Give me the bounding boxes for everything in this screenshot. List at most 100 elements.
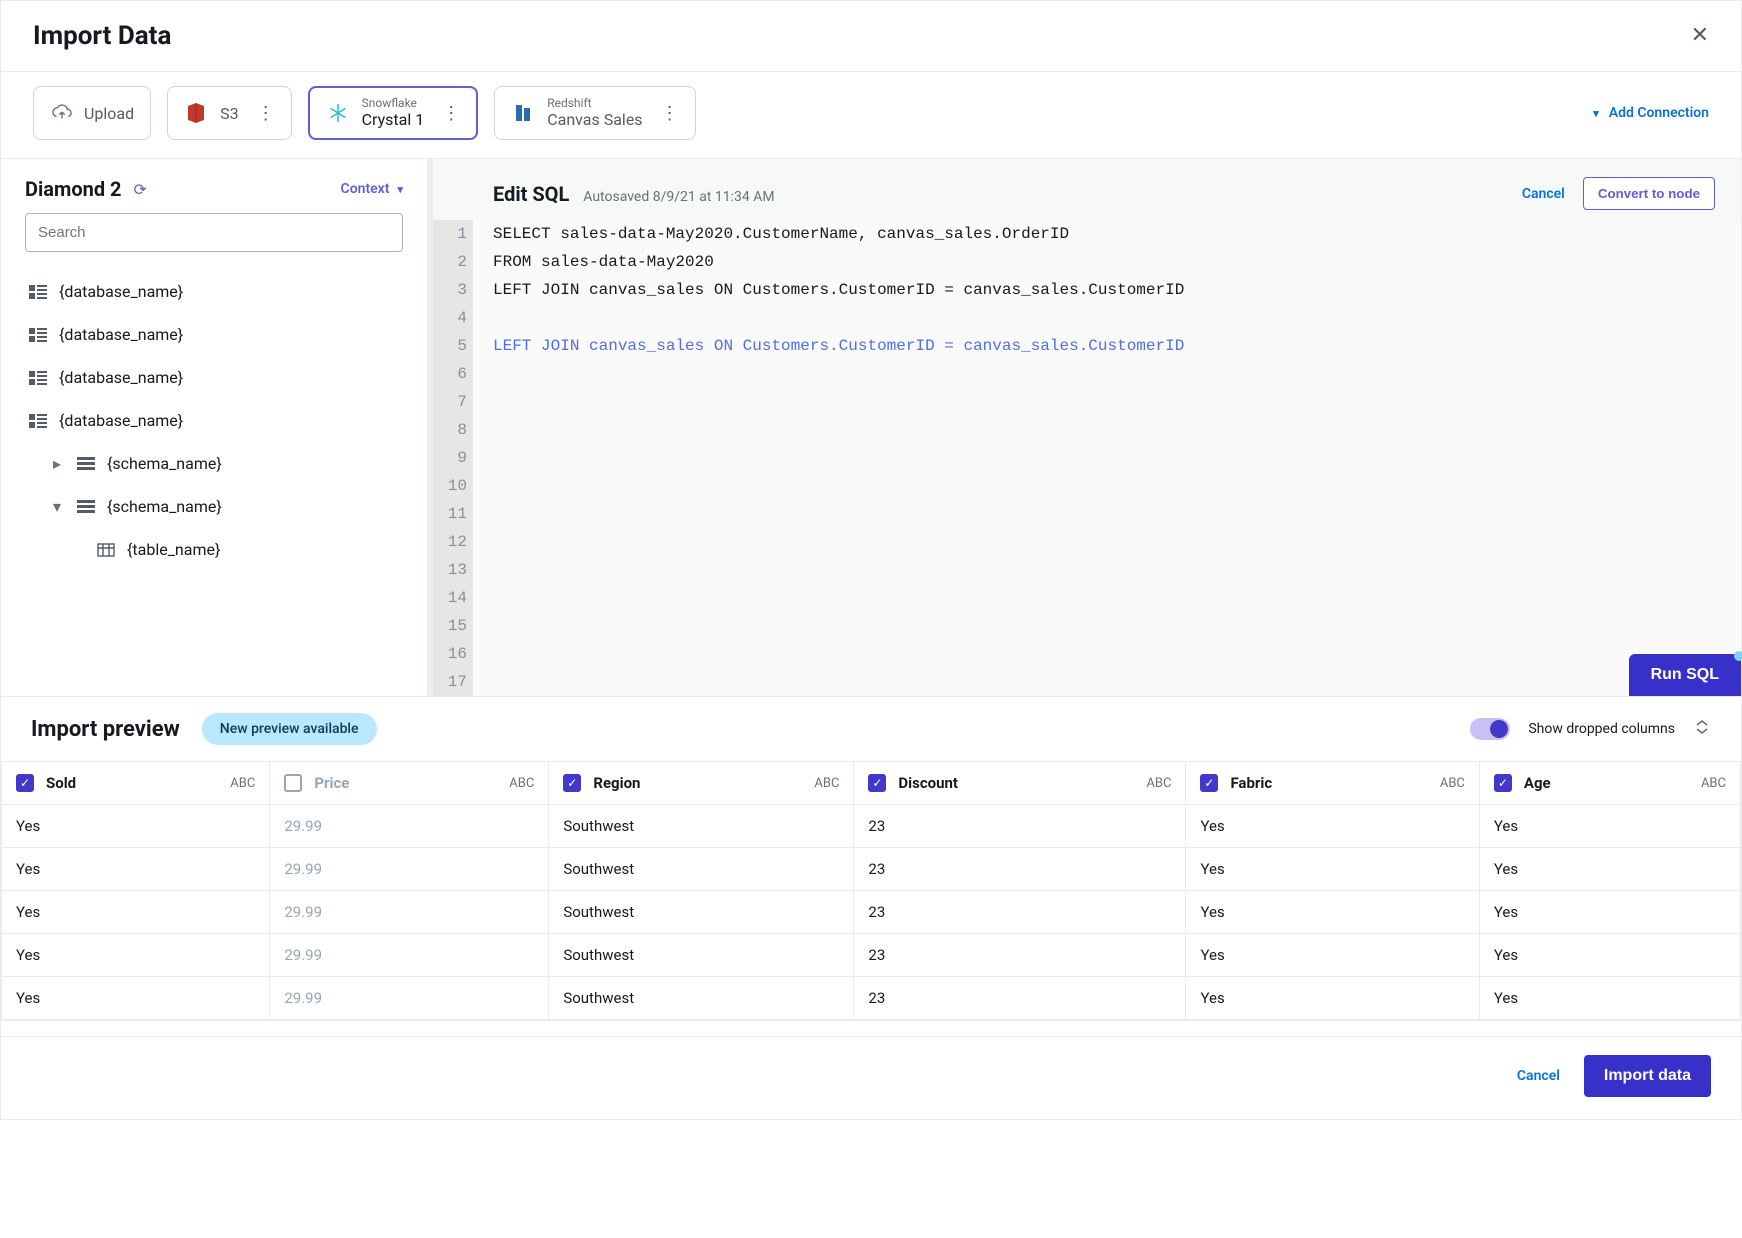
table-row: Yes29.99Southwest23YesYes xyxy=(2,805,1741,848)
column-checkbox[interactable]: ✓ xyxy=(1200,774,1218,792)
db-label: {database_name} xyxy=(59,368,183,387)
snowflake-menu-icon[interactable]: ⋮ xyxy=(436,103,460,124)
table-row: Yes29.99Southwest23YesYes xyxy=(2,934,1741,977)
column-checkbox[interactable]: ✓ xyxy=(16,774,34,792)
column-type: ABC xyxy=(509,776,534,791)
column-header[interactable]: ✓FabricABC xyxy=(1186,762,1479,805)
sql-editor[interactable]: 1234567891011121314151617 SELECT sales-d… xyxy=(433,220,1741,696)
search-input[interactable] xyxy=(25,213,403,252)
column-name: Region xyxy=(593,774,640,792)
schema-tree-item[interactable]: ▾ {schema_name} xyxy=(25,485,403,528)
table-cell: Yes xyxy=(2,977,270,1020)
table-cell: Yes xyxy=(2,805,270,848)
upload-button[interactable]: Upload xyxy=(33,86,151,140)
table-cell: Yes xyxy=(2,891,270,934)
table-cell: Yes xyxy=(1479,805,1740,848)
table-cell: Yes xyxy=(1186,805,1479,848)
column-header[interactable]: ✓ Region ABC xyxy=(549,762,854,805)
column-type: ABC xyxy=(1701,776,1726,791)
page-title: Import Data xyxy=(33,21,171,51)
db-label: {database_name} xyxy=(59,282,183,301)
table-cell: Southwest xyxy=(549,977,854,1020)
s3-source-pill[interactable]: S3 ⋮ xyxy=(167,86,292,140)
table-row: Yes29.99Southwest23YesYes xyxy=(2,848,1741,891)
sql-line: FROM sales-data-May2020 xyxy=(493,248,1741,276)
table-cell: 23 xyxy=(854,805,1186,848)
table-cell: 23 xyxy=(854,848,1186,891)
database-icon xyxy=(29,328,47,342)
schema-sidebar: Diamond 2 ⟳ Context ▾ {database_name} {d… xyxy=(1,159,433,696)
column-type: ABC xyxy=(814,776,839,791)
redshift-menu-icon[interactable]: ⋮ xyxy=(655,103,679,124)
column-header[interactable]: ✓AgeABC xyxy=(1479,762,1740,805)
redshift-icon xyxy=(511,101,535,125)
sql-line: LEFT JOIN canvas_sales ON Customers.Cust… xyxy=(493,332,1741,360)
import-data-button[interactable]: Import data xyxy=(1584,1055,1711,1097)
chevron-down-icon[interactable]: ▾ xyxy=(53,497,65,516)
s3-icon xyxy=(184,101,208,125)
db-tree-item[interactable]: {database_name} xyxy=(25,313,403,356)
context-label: Context xyxy=(341,181,390,197)
sql-line: SELECT sales-data-May2020.CustomerName, … xyxy=(493,220,1741,248)
new-preview-badge[interactable]: New preview available xyxy=(202,713,377,745)
table-tree-item[interactable]: {table_name} xyxy=(25,528,403,571)
expand-icon[interactable] xyxy=(1693,718,1711,740)
footer-cancel-button[interactable]: Cancel xyxy=(1517,1068,1560,1084)
table-cell: Yes xyxy=(1186,977,1479,1020)
column-checkbox[interactable]: ✓ xyxy=(868,774,886,792)
run-sql-label: Run SQL xyxy=(1651,666,1719,683)
column-header[interactable]: ✓SoldABC xyxy=(2,762,270,805)
column-name: Fabric xyxy=(1230,774,1272,792)
preview-title: Import preview xyxy=(31,717,180,742)
redshift-source-pill[interactable]: Redshift Canvas Sales ⋮ xyxy=(494,86,695,140)
table-row: Yes29.99Southwest23YesYes xyxy=(2,977,1741,1020)
table-cell: Yes xyxy=(1479,848,1740,891)
table-cell: 23 xyxy=(854,891,1186,934)
column-checkbox[interactable]: ✓ xyxy=(284,774,302,792)
table-cell: Yes xyxy=(1186,848,1479,891)
sql-line xyxy=(493,304,1741,332)
s3-menu-icon[interactable]: ⋮ xyxy=(251,103,275,124)
close-icon[interactable]: ✕ xyxy=(1691,25,1709,47)
column-checkbox[interactable]: ✓ xyxy=(1494,774,1512,792)
column-checkbox[interactable]: ✓ xyxy=(563,774,581,792)
db-tree-item[interactable]: {database_name} xyxy=(25,270,403,313)
convert-to-node-button[interactable]: Convert to node xyxy=(1583,177,1715,210)
column-type: ABC xyxy=(1146,776,1171,791)
add-connection-label: Add Connection xyxy=(1609,105,1709,121)
dataset-name: Diamond 2 xyxy=(25,177,122,201)
show-dropped-toggle[interactable] xyxy=(1470,718,1510,740)
add-connection-button[interactable]: ▾ Add Connection xyxy=(1593,105,1709,121)
database-icon xyxy=(29,371,47,385)
table-cell: Yes xyxy=(1479,977,1740,1020)
table-cell: Yes xyxy=(2,934,270,977)
table-cell: Yes xyxy=(2,848,270,891)
table-cell: Southwest xyxy=(549,805,854,848)
db-tree-item[interactable]: {database_name} xyxy=(25,356,403,399)
line-gutter: 1234567891011121314151617 xyxy=(433,220,473,696)
show-dropped-label: Show dropped columns xyxy=(1528,721,1675,737)
chevron-right-icon[interactable]: ▸ xyxy=(53,454,65,473)
column-header[interactable]: ✓PriceABC xyxy=(270,762,549,805)
schema-label: {schema_name} xyxy=(107,497,222,516)
editor-title: Edit SQL xyxy=(493,182,569,206)
schema-icon xyxy=(77,500,95,514)
caret-down-icon: ▾ xyxy=(397,183,403,196)
context-dropdown[interactable]: Context ▾ xyxy=(341,181,403,197)
table-cell: Southwest xyxy=(549,848,854,891)
database-icon xyxy=(29,285,47,299)
table-cell: Yes xyxy=(1479,891,1740,934)
refresh-icon[interactable]: ⟳ xyxy=(134,180,147,199)
editor-cancel-button[interactable]: Cancel xyxy=(1522,186,1565,202)
run-sql-button[interactable]: Run SQL xyxy=(1629,654,1741,696)
db-tree-item[interactable]: {database_name} xyxy=(25,399,403,442)
table-cell: Yes xyxy=(1479,934,1740,977)
snowflake-source-pill[interactable]: Snowflake Crystal 1 ⋮ xyxy=(308,86,479,140)
table-row: Yes29.99Southwest23YesYes xyxy=(2,891,1741,934)
snowflake-name: Crystal 1 xyxy=(362,111,425,129)
redshift-kicker: Redshift xyxy=(547,97,642,111)
schema-tree-item[interactable]: ▸ {schema_name} xyxy=(25,442,403,485)
snowflake-kicker: Snowflake xyxy=(362,97,425,111)
schema-icon xyxy=(77,457,95,471)
column-header[interactable]: ✓DiscountABC xyxy=(854,762,1186,805)
